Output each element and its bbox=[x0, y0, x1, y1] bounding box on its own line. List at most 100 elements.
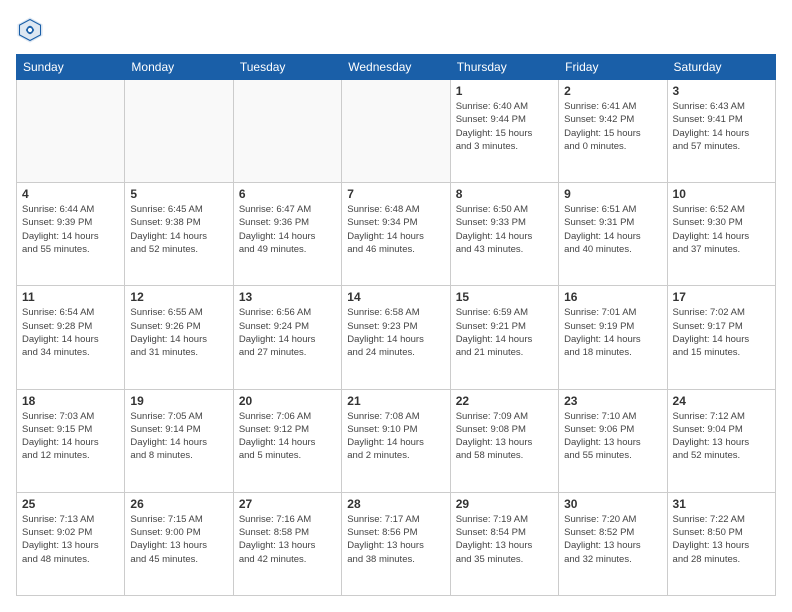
day-number: 9 bbox=[564, 187, 661, 201]
day-info: Sunrise: 6:45 AM Sunset: 9:38 PM Dayligh… bbox=[130, 203, 227, 256]
day-info: Sunrise: 7:06 AM Sunset: 9:12 PM Dayligh… bbox=[239, 410, 336, 463]
day-number: 20 bbox=[239, 394, 336, 408]
day-info: Sunrise: 6:41 AM Sunset: 9:42 PM Dayligh… bbox=[564, 100, 661, 153]
day-info: Sunrise: 7:12 AM Sunset: 9:04 PM Dayligh… bbox=[673, 410, 770, 463]
day-info: Sunrise: 7:16 AM Sunset: 8:58 PM Dayligh… bbox=[239, 513, 336, 566]
day-number: 29 bbox=[456, 497, 553, 511]
day-number: 27 bbox=[239, 497, 336, 511]
calendar-cell: 12 Sunrise: 6:55 AM Sunset: 9:26 PM Dayli… bbox=[125, 286, 233, 389]
calendar-cell: 3 Sunrise: 6:43 AM Sunset: 9:41 PM Daylig… bbox=[667, 80, 775, 183]
day-number: 14 bbox=[347, 290, 444, 304]
calendar-cell: 27 Sunrise: 7:16 AM Sunset: 8:58 PM Dayli… bbox=[233, 492, 341, 595]
day-info: Sunrise: 7:03 AM Sunset: 9:15 PM Dayligh… bbox=[22, 410, 119, 463]
day-number: 18 bbox=[22, 394, 119, 408]
calendar-cell: 7 Sunrise: 6:48 AM Sunset: 9:34 PM Daylig… bbox=[342, 183, 450, 286]
day-number: 11 bbox=[22, 290, 119, 304]
calendar-cell: 6 Sunrise: 6:47 AM Sunset: 9:36 PM Daylig… bbox=[233, 183, 341, 286]
calendar-cell bbox=[125, 80, 233, 183]
day-number: 13 bbox=[239, 290, 336, 304]
calendar-cell: 17 Sunrise: 7:02 AM Sunset: 9:17 PM Dayli… bbox=[667, 286, 775, 389]
day-info: Sunrise: 7:19 AM Sunset: 8:54 PM Dayligh… bbox=[456, 513, 553, 566]
page-header bbox=[16, 16, 776, 44]
day-header-saturday: Saturday bbox=[667, 55, 775, 80]
day-header-tuesday: Tuesday bbox=[233, 55, 341, 80]
day-header-friday: Friday bbox=[559, 55, 667, 80]
day-number: 8 bbox=[456, 187, 553, 201]
day-info: Sunrise: 6:44 AM Sunset: 9:39 PM Dayligh… bbox=[22, 203, 119, 256]
day-number: 2 bbox=[564, 84, 661, 98]
day-info: Sunrise: 6:48 AM Sunset: 9:34 PM Dayligh… bbox=[347, 203, 444, 256]
day-info: Sunrise: 7:08 AM Sunset: 9:10 PM Dayligh… bbox=[347, 410, 444, 463]
day-number: 10 bbox=[673, 187, 770, 201]
day-number: 21 bbox=[347, 394, 444, 408]
calendar-cell: 21 Sunrise: 7:08 AM Sunset: 9:10 PM Dayli… bbox=[342, 389, 450, 492]
calendar-cell bbox=[342, 80, 450, 183]
day-number: 22 bbox=[456, 394, 553, 408]
day-info: Sunrise: 7:02 AM Sunset: 9:17 PM Dayligh… bbox=[673, 306, 770, 359]
day-info: Sunrise: 7:20 AM Sunset: 8:52 PM Dayligh… bbox=[564, 513, 661, 566]
logo bbox=[16, 16, 48, 44]
calendar-cell: 14 Sunrise: 6:58 AM Sunset: 9:23 PM Dayli… bbox=[342, 286, 450, 389]
calendar-cell: 31 Sunrise: 7:22 AM Sunset: 8:50 PM Dayli… bbox=[667, 492, 775, 595]
day-number: 15 bbox=[456, 290, 553, 304]
day-info: Sunrise: 6:59 AM Sunset: 9:21 PM Dayligh… bbox=[456, 306, 553, 359]
day-info: Sunrise: 7:01 AM Sunset: 9:19 PM Dayligh… bbox=[564, 306, 661, 359]
calendar-cell: 13 Sunrise: 6:56 AM Sunset: 9:24 PM Dayli… bbox=[233, 286, 341, 389]
day-header-wednesday: Wednesday bbox=[342, 55, 450, 80]
day-info: Sunrise: 6:51 AM Sunset: 9:31 PM Dayligh… bbox=[564, 203, 661, 256]
day-number: 5 bbox=[130, 187, 227, 201]
day-info: Sunrise: 6:47 AM Sunset: 9:36 PM Dayligh… bbox=[239, 203, 336, 256]
day-number: 16 bbox=[564, 290, 661, 304]
calendar-cell: 8 Sunrise: 6:50 AM Sunset: 9:33 PM Daylig… bbox=[450, 183, 558, 286]
day-number: 26 bbox=[130, 497, 227, 511]
day-number: 23 bbox=[564, 394, 661, 408]
calendar-cell: 10Sunrise: 6:52 AM Sunset: 9:30 PM Dayli… bbox=[667, 183, 775, 286]
day-number: 3 bbox=[673, 84, 770, 98]
day-info: Sunrise: 6:58 AM Sunset: 9:23 PM Dayligh… bbox=[347, 306, 444, 359]
day-info: Sunrise: 7:22 AM Sunset: 8:50 PM Dayligh… bbox=[673, 513, 770, 566]
day-info: Sunrise: 6:54 AM Sunset: 9:28 PM Dayligh… bbox=[22, 306, 119, 359]
calendar-cell: 29 Sunrise: 7:19 AM Sunset: 8:54 PM Dayli… bbox=[450, 492, 558, 595]
day-info: Sunrise: 6:55 AM Sunset: 9:26 PM Dayligh… bbox=[130, 306, 227, 359]
day-number: 4 bbox=[22, 187, 119, 201]
calendar-cell: 11 Sunrise: 6:54 AM Sunset: 9:28 PM Dayli… bbox=[17, 286, 125, 389]
calendar-cell: 4 Sunrise: 6:44 AM Sunset: 9:39 PM Daylig… bbox=[17, 183, 125, 286]
calendar-cell: 28 Sunrise: 7:17 AM Sunset: 8:56 PM Dayli… bbox=[342, 492, 450, 595]
calendar-cell: 2 Sunrise: 6:41 AM Sunset: 9:42 PM Daylig… bbox=[559, 80, 667, 183]
calendar-cell: 18 Sunrise: 7:03 AM Sunset: 9:15 PM Dayli… bbox=[17, 389, 125, 492]
day-info: Sunrise: 6:50 AM Sunset: 9:33 PM Dayligh… bbox=[456, 203, 553, 256]
calendar-cell: 30 Sunrise: 7:20 AM Sunset: 8:52 PM Dayli… bbox=[559, 492, 667, 595]
day-number: 25 bbox=[22, 497, 119, 511]
day-info: Sunrise: 7:17 AM Sunset: 8:56 PM Dayligh… bbox=[347, 513, 444, 566]
day-number: 24 bbox=[673, 394, 770, 408]
day-header-sunday: Sunday bbox=[17, 55, 125, 80]
day-number: 12 bbox=[130, 290, 227, 304]
day-number: 30 bbox=[564, 497, 661, 511]
calendar-cell: 26 Sunrise: 7:15 AM Sunset: 9:00 PM Dayli… bbox=[125, 492, 233, 595]
day-number: 17 bbox=[673, 290, 770, 304]
day-number: 7 bbox=[347, 187, 444, 201]
day-info: Sunrise: 7:09 AM Sunset: 9:08 PM Dayligh… bbox=[456, 410, 553, 463]
day-info: Sunrise: 6:56 AM Sunset: 9:24 PM Dayligh… bbox=[239, 306, 336, 359]
calendar-cell: 23Sunrise: 7:10 AM Sunset: 9:06 PM Dayli… bbox=[559, 389, 667, 492]
day-info: Sunrise: 7:15 AM Sunset: 9:00 PM Dayligh… bbox=[130, 513, 227, 566]
day-header-thursday: Thursday bbox=[450, 55, 558, 80]
day-number: 6 bbox=[239, 187, 336, 201]
calendar-cell bbox=[233, 80, 341, 183]
calendar-cell: 5 Sunrise: 6:45 AM Sunset: 9:38 PM Daylig… bbox=[125, 183, 233, 286]
calendar-cell: 9 Sunrise: 6:51 AM Sunset: 9:31 PM Daylig… bbox=[559, 183, 667, 286]
calendar-cell: 20 Sunrise: 7:06 AM Sunset: 9:12 PM Dayli… bbox=[233, 389, 341, 492]
day-number: 28 bbox=[347, 497, 444, 511]
calendar-cell: 25 Sunrise: 7:13 AM Sunset: 9:02 PM Dayli… bbox=[17, 492, 125, 595]
day-header-monday: Monday bbox=[125, 55, 233, 80]
day-info: Sunrise: 6:43 AM Sunset: 9:41 PM Dayligh… bbox=[673, 100, 770, 153]
day-info: Sunrise: 7:05 AM Sunset: 9:14 PM Dayligh… bbox=[130, 410, 227, 463]
calendar-cell: 22 Sunrise: 7:09 AM Sunset: 9:08 PM Dayli… bbox=[450, 389, 558, 492]
day-number: 19 bbox=[130, 394, 227, 408]
day-info: Sunrise: 6:40 AM Sunset: 9:44 PM Dayligh… bbox=[456, 100, 553, 153]
day-number: 31 bbox=[673, 497, 770, 511]
logo-icon bbox=[16, 16, 44, 44]
calendar-cell bbox=[17, 80, 125, 183]
day-number: 1 bbox=[456, 84, 553, 98]
day-info: Sunrise: 7:13 AM Sunset: 9:02 PM Dayligh… bbox=[22, 513, 119, 566]
